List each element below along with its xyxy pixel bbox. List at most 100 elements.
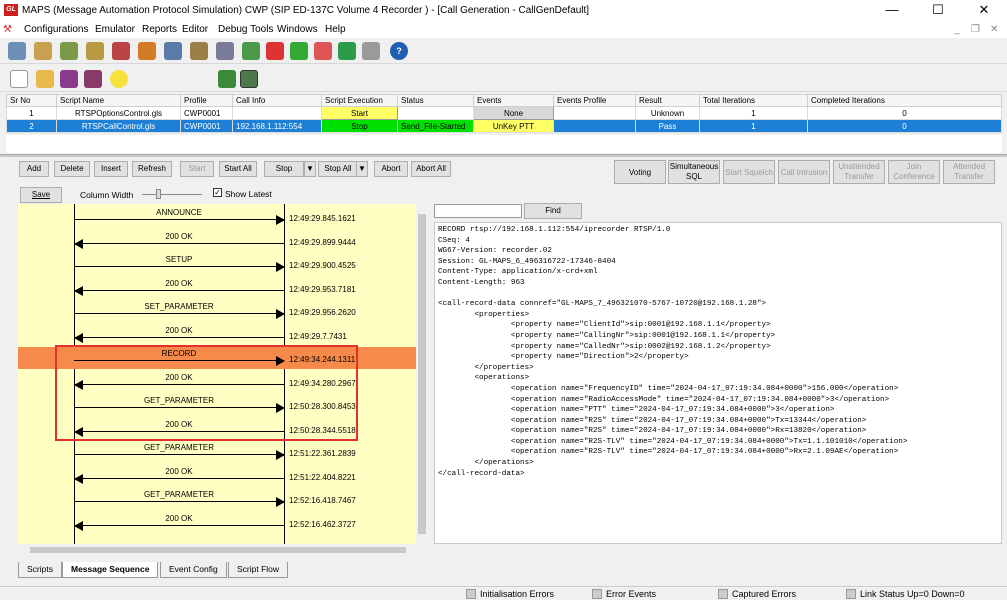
tab-scripts[interactable]: Scripts bbox=[18, 562, 62, 578]
traffic-light-icon[interactable] bbox=[218, 70, 236, 88]
close-button[interactable]: ✕ bbox=[961, 0, 1007, 22]
menu-emulator[interactable]: Emulator bbox=[95, 24, 135, 35]
script-edit-icon[interactable] bbox=[60, 42, 78, 60]
refresh-button[interactable]: Refresh bbox=[132, 161, 172, 177]
stop-all-dropdown-icon[interactable]: ▼ bbox=[356, 161, 368, 177]
h-scrollbar-thumb[interactable] bbox=[30, 547, 406, 553]
start-action-button[interactable]: Start bbox=[180, 161, 214, 177]
app-menu-icon[interactable]: ⚒ bbox=[3, 24, 12, 35]
stop-button[interactable]: Stop bbox=[321, 119, 398, 133]
call-intrusion-button[interactable]: Call Intrusion bbox=[778, 160, 830, 184]
events-button[interactable]: None bbox=[473, 106, 554, 120]
call-rec-stop-icon[interactable] bbox=[314, 42, 332, 60]
splitter[interactable] bbox=[0, 154, 1007, 157]
new-file-icon[interactable] bbox=[10, 70, 28, 88]
menu-help[interactable]: Help bbox=[325, 24, 346, 35]
sequence-message[interactable]: 200 OK 12:52:16.462.3727 bbox=[18, 512, 416, 534]
events-button[interactable]: UnKey PTT bbox=[473, 119, 554, 133]
col-result[interactable]: Result bbox=[635, 94, 700, 107]
start-button[interactable]: Start bbox=[321, 106, 398, 120]
tab-script-flow[interactable]: Script Flow bbox=[228, 562, 289, 578]
col-events-profile[interactable]: Events Profile bbox=[553, 94, 636, 107]
menu-windows[interactable]: Windows bbox=[277, 24, 318, 35]
sequence-message[interactable]: 200 OK 12:51:22.404.8221 bbox=[18, 465, 416, 487]
col-script-execution[interactable]: Script Execution bbox=[321, 94, 398, 107]
col-script-name[interactable]: Script Name bbox=[56, 94, 181, 107]
voting-button[interactable]: Voting bbox=[614, 160, 666, 184]
maximize-button[interactable]: ☐ bbox=[915, 0, 961, 22]
captured-errors-label[interactable]: Captured Errors bbox=[732, 589, 796, 599]
table-row-selected[interactable]: 2 RTSPCallControl.gls CWP0001 192.168.1.… bbox=[6, 119, 1002, 133]
start-all-button[interactable]: Start All bbox=[219, 161, 257, 177]
call-rec-icon[interactable] bbox=[290, 42, 308, 60]
stop-all-button[interactable]: Stop All bbox=[318, 161, 358, 177]
col-sr-no[interactable]: Sr No bbox=[6, 94, 57, 107]
abort-button[interactable]: Abort bbox=[374, 161, 408, 177]
add-button[interactable]: Add bbox=[19, 161, 49, 177]
minimize-button[interactable]: — bbox=[869, 0, 915, 22]
column-width-slider[interactable] bbox=[142, 194, 202, 195]
delete-button[interactable]: Delete bbox=[54, 161, 90, 177]
horizontal-scrollbar[interactable] bbox=[18, 544, 416, 556]
help-icon[interactable]: ? bbox=[390, 42, 408, 60]
stop-action-button[interactable]: Stop bbox=[264, 161, 304, 177]
scrollbar-thumb[interactable] bbox=[418, 214, 426, 534]
sequence-message[interactable]: 200 OK 12:49:29.7.7431 bbox=[18, 324, 416, 346]
attended-transfer-button[interactable]: Attended Transfer bbox=[943, 160, 995, 184]
sequence-message[interactable]: SETUP 12:49:29.900.4525 bbox=[18, 253, 416, 275]
call-gen-icon[interactable] bbox=[242, 42, 260, 60]
unattended-transfer-button[interactable]: Unattended Transfer bbox=[833, 160, 885, 184]
report-icon[interactable] bbox=[164, 42, 182, 60]
trace-icon[interactable] bbox=[190, 42, 208, 60]
table-row[interactable]: 1 RTSPOptionsControl.gls CWP0001 Start N… bbox=[6, 106, 1002, 120]
sequence-message[interactable]: GET_PARAMETER 12:51:22.361.2839 bbox=[18, 441, 416, 463]
lightbulb-icon[interactable] bbox=[110, 70, 128, 88]
open-folder-icon[interactable] bbox=[36, 70, 54, 88]
sequence-message[interactable]: 200 OK 12:49:29.899.9444 bbox=[18, 230, 416, 252]
insert-button[interactable]: Insert bbox=[94, 161, 128, 177]
find-button[interactable]: Find bbox=[524, 203, 582, 219]
database-icon[interactable] bbox=[138, 42, 156, 60]
tab-message-sequence[interactable]: Message Sequence bbox=[62, 562, 159, 578]
sequence-message[interactable]: 200 OK 12:49:29.953.7181 bbox=[18, 277, 416, 299]
menu-debug-tools[interactable]: Debug Tools bbox=[218, 24, 273, 35]
sequence-message[interactable]: ANNOUNCE 12:49:29.845.1621 bbox=[18, 206, 416, 228]
show-latest-checkbox[interactable]: ✓ bbox=[213, 188, 222, 197]
mdi-restore-icon[interactable]: ❐ bbox=[971, 24, 980, 35]
col-completed-iterations[interactable]: Completed Iterations bbox=[807, 94, 1002, 107]
profile-icon[interactable] bbox=[112, 42, 130, 60]
tab-event-config[interactable]: Event Config bbox=[160, 562, 227, 578]
find-input[interactable] bbox=[434, 204, 522, 218]
config-gear-icon[interactable] bbox=[8, 42, 26, 60]
disconnect-icon[interactable] bbox=[362, 42, 380, 60]
stop-dropdown-icon[interactable]: ▼ bbox=[304, 161, 316, 177]
abort-all-button[interactable]: Abort All bbox=[411, 161, 451, 177]
vertical-scrollbar[interactable] bbox=[416, 204, 428, 544]
call-stop-icon[interactable] bbox=[266, 42, 284, 60]
mdi-close-icon[interactable]: ✕ bbox=[990, 24, 998, 35]
menu-configurations[interactable]: Configurations bbox=[24, 24, 88, 35]
col-status[interactable]: Status bbox=[397, 94, 474, 107]
keys-icon[interactable] bbox=[86, 42, 104, 60]
mdi-minimize-icon[interactable]: _ bbox=[954, 24, 960, 35]
sequence-message[interactable]: SET_PARAMETER 12:49:29.956.2620 bbox=[18, 300, 416, 322]
tools-icon[interactable] bbox=[216, 42, 234, 60]
col-total-iterations[interactable]: Total Iterations bbox=[699, 94, 808, 107]
sequence-message[interactable]: GET_PARAMETER 12:52:16.418.7467 bbox=[18, 488, 416, 510]
message-detail-pane[interactable]: RECORD rtsp://192.168.1.112:554/iprecord… bbox=[434, 222, 1002, 544]
col-call-info[interactable]: Call Info bbox=[232, 94, 322, 107]
save-icon[interactable] bbox=[60, 70, 78, 88]
simultaneous-sql-button[interactable]: Simultaneous SQL bbox=[668, 160, 720, 184]
error-events-label[interactable]: Error Events bbox=[606, 589, 656, 599]
save-sequence-button[interactable]: Save bbox=[20, 187, 62, 203]
currency-icon[interactable] bbox=[338, 42, 356, 60]
init-errors-label[interactable]: Initialisation Errors bbox=[480, 589, 554, 599]
col-profile[interactable]: Profile bbox=[180, 94, 233, 107]
emulator-icon[interactable] bbox=[34, 42, 52, 60]
save-as-icon[interactable] bbox=[84, 70, 102, 88]
network-icon[interactable] bbox=[240, 70, 258, 88]
menu-reports[interactable]: Reports bbox=[142, 24, 177, 35]
menu-editor[interactable]: Editor bbox=[182, 24, 208, 35]
start-squelch-button[interactable]: Start Squelch bbox=[723, 160, 775, 184]
col-events[interactable]: Events bbox=[473, 94, 554, 107]
